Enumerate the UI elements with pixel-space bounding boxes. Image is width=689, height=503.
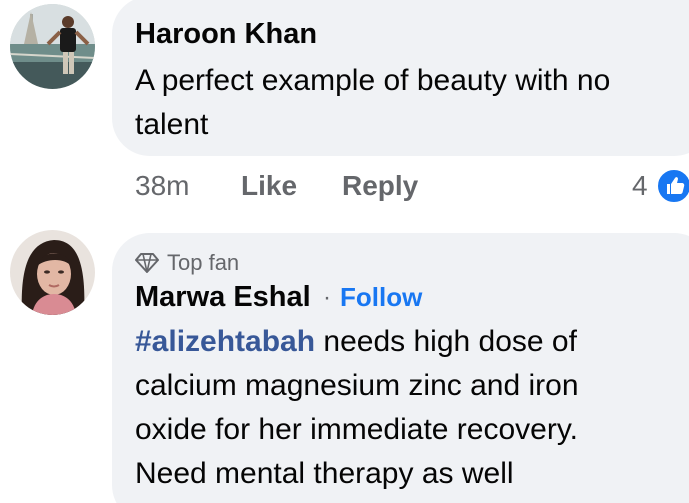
comment-text: #alizehtabah needs high dose of calcium … [135,320,579,496]
comment-text-line: Need mental therapy as well [135,457,514,490]
avatar[interactable] [10,4,95,89]
avatar-photo [10,230,95,315]
comment-text-fragment: needs high dose of [315,325,577,358]
diamond-icon [135,253,159,273]
top-fan-label: Top fan [167,250,240,275]
comment-text-line: #alizehtabah needs high dose of [135,320,579,364]
thumbs-up-icon[interactable] [656,168,689,204]
comment-text: A perfect example of beauty with no tale… [135,59,610,147]
comment-text-line: A perfect example of beauty with no [135,64,611,97]
comments-thread: Haroon Khan A perfect example of beauty … [0,0,689,503]
reaction-count[interactable]: 4 [632,170,648,202]
comment-author-name[interactable]: Marwa Eshal [135,281,311,314]
avatar[interactable] [10,230,95,315]
comment-text-line: talent [135,108,209,141]
comment-text-line: calcium magnesium zinc and iron [135,369,579,402]
comment-timestamp[interactable]: 38m [135,170,189,202]
comment-text-line: oxide for her immediate recovery. [135,413,578,446]
like-button[interactable]: Like [241,170,297,202]
comment-author-name[interactable]: Haroon Khan [135,18,317,51]
separator-dot: · [323,284,331,311]
reply-button[interactable]: Reply [342,170,418,202]
avatar-photo [10,4,95,89]
follow-button[interactable]: Follow [340,282,422,313]
hashtag-link[interactable]: #alizehtabah [135,325,315,358]
